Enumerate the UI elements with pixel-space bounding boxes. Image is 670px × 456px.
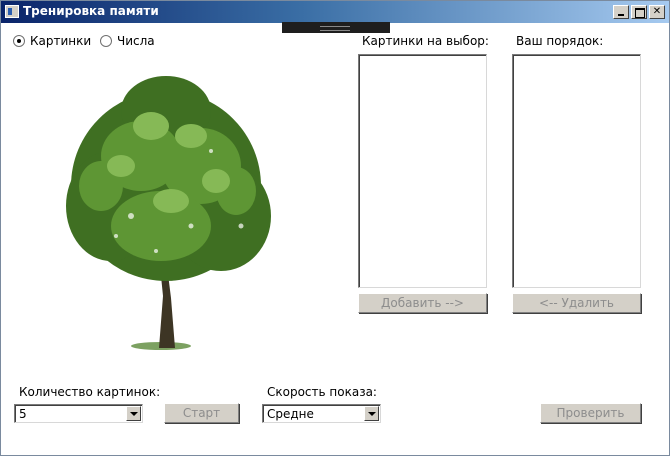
- count-value: 5: [19, 407, 27, 421]
- available-label: Картинки на выбор:: [362, 34, 489, 48]
- radio-numbers-label: Числа: [117, 34, 155, 48]
- check-button[interactable]: Проверить: [540, 403, 641, 423]
- order-label: Ваш порядок:: [516, 34, 604, 48]
- count-label: Количество картинок:: [19, 385, 161, 399]
- available-listbox[interactable]: [358, 54, 487, 288]
- count-select[interactable]: 5: [14, 404, 143, 423]
- chevron-down-icon[interactable]: [126, 406, 141, 421]
- title-bar[interactable]: Тренировка памяти ✕: [1, 1, 669, 23]
- tree-image: [41, 66, 331, 356]
- speed-label: Скорость показа:: [267, 385, 377, 399]
- minimize-button[interactable]: [613, 5, 629, 19]
- radio-pictures-label: Картинки: [30, 34, 92, 48]
- drag-grip-icon[interactable]: [282, 22, 390, 33]
- radio-numbers[interactable]: Числа: [100, 34, 155, 48]
- radio-pictures-indicator[interactable]: [13, 35, 25, 47]
- chevron-down-icon[interactable]: [364, 406, 379, 421]
- speed-value: Средне: [267, 407, 314, 421]
- add-button[interactable]: Добавить -->: [358, 293, 487, 313]
- radio-pictures[interactable]: Картинки: [13, 34, 91, 48]
- remove-button[interactable]: <-- Удалить: [512, 293, 641, 313]
- radio-numbers-indicator[interactable]: [100, 35, 112, 47]
- app-icon[interactable]: [5, 5, 19, 18]
- speed-select[interactable]: Средне: [262, 404, 381, 423]
- start-button[interactable]: Старт: [164, 403, 239, 423]
- app-window: Тренировка памяти ✕ Картинки Числа Карти…: [0, 0, 670, 456]
- window-title: Тренировка памяти: [23, 4, 159, 18]
- close-button[interactable]: ✕: [649, 5, 665, 19]
- maximize-button[interactable]: [631, 5, 647, 19]
- order-listbox[interactable]: [512, 54, 641, 288]
